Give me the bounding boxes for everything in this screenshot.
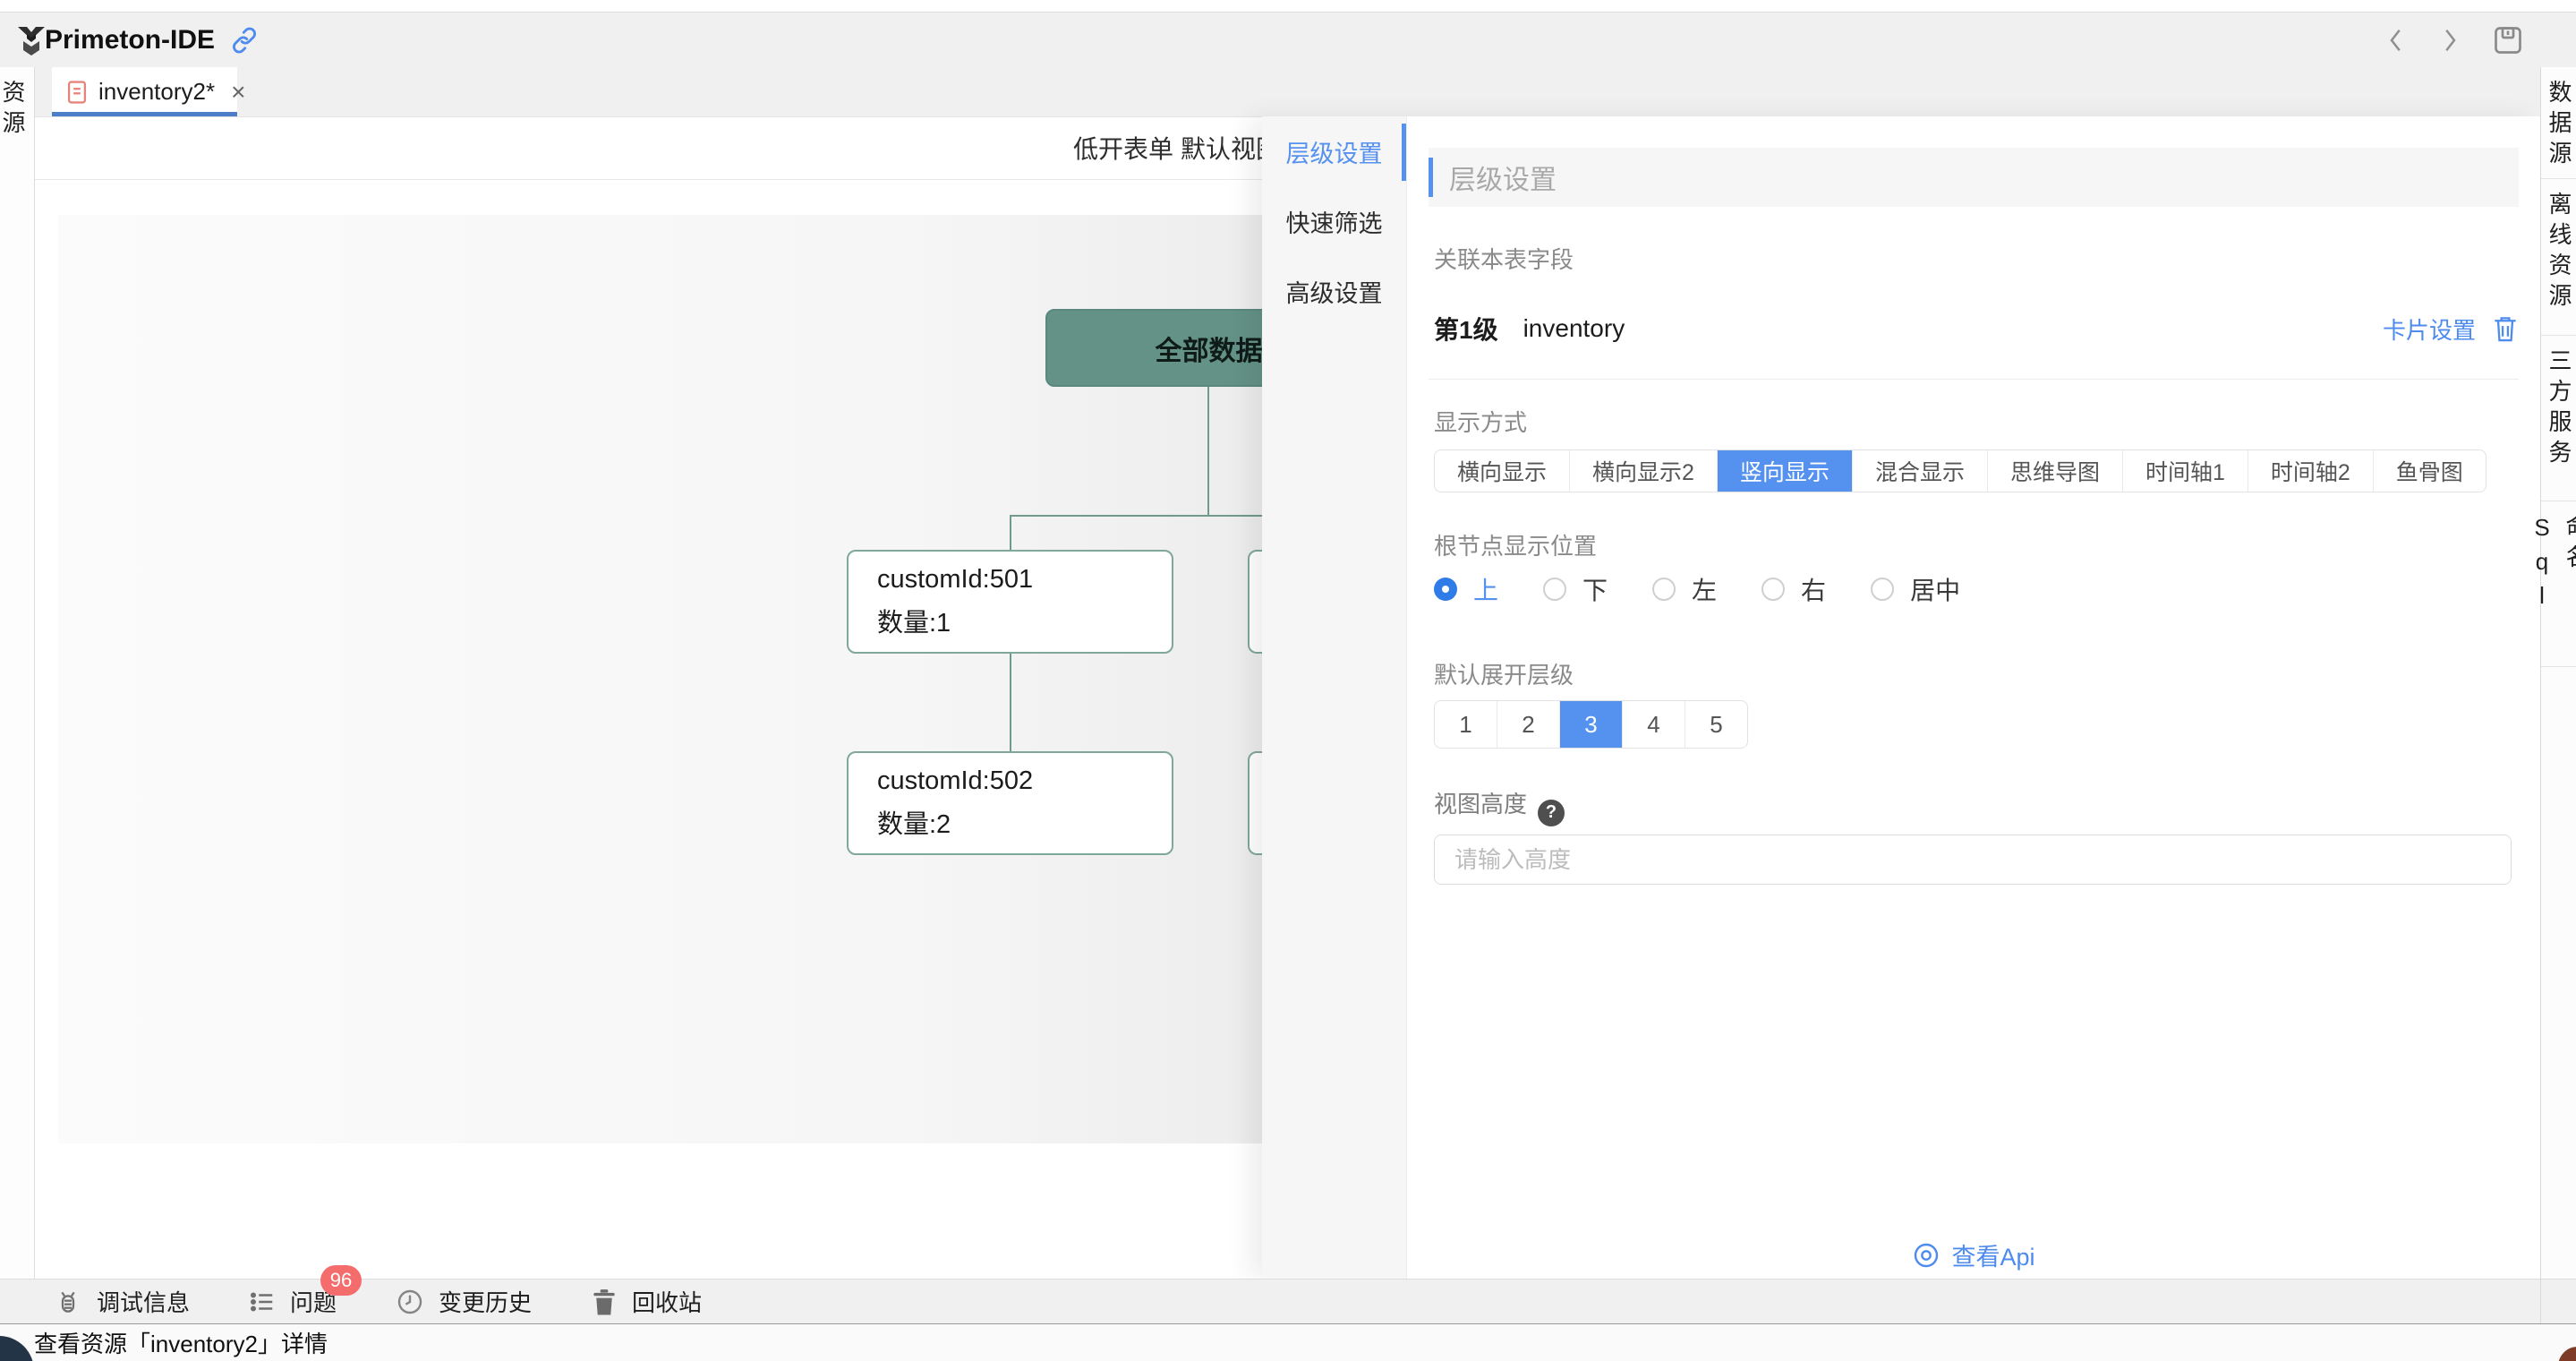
display-mode-timeline1[interactable]: 时间轴1	[2122, 450, 2248, 492]
panel-header-title: 层级设置	[1449, 158, 1557, 197]
problems-button[interactable]: 问题 96	[249, 1285, 337, 1318]
title-bar: Primeton-IDE	[0, 12, 2576, 69]
app-title: Primeton-IDE	[45, 25, 215, 56]
tree-node-502[interactable]: customId:502 数量:2	[847, 751, 1173, 855]
display-mode-timeline2[interactable]: 时间轴2	[2248, 450, 2373, 492]
root-position-label: 根节点显示位置	[1434, 528, 1597, 561]
radio-dot-icon	[1543, 578, 1566, 601]
expand-level-4[interactable]: 4	[1622, 701, 1685, 748]
settings-drawer: 层级设置 快速筛选 高级设置 层级设置 关联本表字段 第1级 inventory…	[1262, 116, 2540, 1279]
panel-header: 层级设置	[1429, 148, 2519, 207]
drawer-menu: 层级设置 快速筛选 高级设置	[1262, 116, 1407, 1279]
tab-inventory2[interactable]: inventory2* ×	[52, 67, 237, 116]
tree-node-501[interactable]: customId:501 数量:1	[847, 550, 1173, 654]
root-position-group: 上 下 左 右 居中	[1434, 571, 1960, 607]
display-mode-fishbone[interactable]: 鱼骨图	[2373, 450, 2486, 492]
list-icon	[249, 1288, 276, 1315]
question-circle-icon[interactable]: ?	[1538, 800, 1565, 826]
toolbar-low-code-form[interactable]: 低开表单	[1073, 116, 1173, 179]
node-502-qty: 数量:2	[877, 803, 1172, 841]
level1-prefix: 第1级	[1434, 311, 1498, 347]
expand-level-2[interactable]: 2	[1497, 701, 1559, 748]
clock-icon	[396, 1288, 424, 1316]
edge-to-card1	[1010, 515, 1011, 550]
debug-bug-icon	[54, 1287, 82, 1317]
left-rail: 资源	[0, 67, 35, 1279]
root-position-top[interactable]: 上	[1434, 571, 1498, 607]
primeton-ide-window: Primeton-IDE 资源	[0, 0, 2576, 1361]
level1-row: 第1级 inventory 卡片设置	[1434, 306, 2519, 351]
field-section-label: 关联本表字段	[1434, 242, 1574, 275]
level1-field-name: inventory	[1523, 314, 1625, 343]
change-history-button[interactable]: 变更历史	[396, 1285, 532, 1318]
view-height-input[interactable]	[1434, 835, 2512, 885]
node-501-id: customId:501	[877, 565, 1172, 595]
radio-dot-icon	[1652, 578, 1676, 601]
edge-card1-card2	[1010, 654, 1011, 751]
nav-forward-icon[interactable]	[2438, 27, 2461, 54]
divider	[2540, 1279, 2541, 1323]
display-mode-mindmap[interactable]: 思维导图	[1987, 450, 2122, 492]
right-rail: 数据源 离线资源 三方服务 命名Sql	[2540, 67, 2576, 1323]
primeton-logo-icon	[14, 25, 48, 57]
tab-title: inventory2*	[98, 78, 215, 106]
status-text: 查看资源「inventory2」详情	[34, 1326, 328, 1359]
delete-level-trash-icon[interactable]	[2492, 314, 2519, 343]
node-502-id: customId:502	[877, 766, 1172, 796]
expand-level-1[interactable]: 1	[1435, 701, 1497, 748]
bottom-toolbar: 调试信息 问题 96 变更历史	[0, 1279, 2576, 1323]
eye-icon	[1912, 1241, 1941, 1270]
tree-root-label: 全部数据	[1156, 329, 1263, 368]
expand-level-3[interactable]: 3	[1559, 701, 1622, 748]
display-mode-mixed[interactable]: 混合显示	[1852, 450, 1987, 492]
rail-item-third-party-services[interactable]: 三方服务	[2541, 336, 2576, 501]
save-icon[interactable]	[2492, 24, 2524, 56]
radio-dot-icon	[1871, 578, 1894, 601]
card-settings-link[interactable]: 卡片设置	[2383, 312, 2476, 346]
rail-item-named-sql[interactable]: 命名Sql	[2541, 501, 2576, 667]
menu-item-level-settings[interactable]: 层级设置	[1262, 116, 1406, 186]
display-mode-label: 显示方式	[1434, 405, 1527, 438]
display-mode-horizontal[interactable]: 横向显示	[1435, 450, 1569, 492]
root-position-bottom[interactable]: 下	[1543, 571, 1608, 607]
root-position-center[interactable]: 居中	[1871, 571, 1960, 607]
root-position-right[interactable]: 右	[1761, 571, 1826, 607]
debug-info-button[interactable]: 调试信息	[54, 1285, 190, 1318]
link-icon[interactable]	[229, 25, 260, 56]
edge-root-down	[1207, 387, 1209, 515]
divider	[1429, 379, 2519, 380]
view-api-label: 查看Api	[1951, 1237, 2034, 1272]
document-red-icon	[66, 80, 88, 105]
menu-item-quick-filter[interactable]: 快速筛选	[1262, 186, 1406, 256]
trash-filled-icon	[591, 1288, 618, 1316]
active-menu-indicator	[1402, 124, 1406, 181]
active-tab-underline	[52, 112, 237, 116]
rail-item-offline-resources[interactable]: 离线资源	[2541, 179, 2576, 336]
drawer-panel: 层级设置 关联本表字段 第1级 inventory 卡片设置 显示方	[1407, 116, 2540, 1279]
node-501-qty: 数量:1	[877, 602, 1172, 639]
tab-strip: inventory2* ×	[35, 67, 2540, 117]
status-bar: 查看资源「inventory2」详情	[0, 1323, 2576, 1361]
expand-level-group: 1 2 3 4 5	[1434, 700, 1748, 749]
display-mode-group: 横向显示 横向显示2 竖向显示 混合显示 思维导图 时间轴1 时间轴2 鱼骨图	[1434, 449, 2486, 492]
view-api-link[interactable]: 查看Api	[1407, 1237, 2540, 1272]
left-rail-resources[interactable]: 资源	[4, 80, 30, 141]
recycle-bin-button[interactable]: 回收站	[591, 1285, 702, 1318]
panel-header-accent-bar	[1429, 158, 1433, 197]
nav-back-icon[interactable]	[2384, 27, 2408, 54]
radio-dot-icon	[1434, 578, 1457, 601]
rail-item-data-source[interactable]: 数据源	[2541, 67, 2576, 179]
problems-count-badge: 96	[320, 1265, 362, 1296]
display-mode-horizontal2[interactable]: 横向显示2	[1569, 450, 1717, 492]
root-position-left[interactable]: 左	[1652, 571, 1717, 607]
expand-level-label: 默认展开层级	[1434, 657, 1574, 690]
radio-dot-icon	[1761, 578, 1785, 601]
display-mode-vertical[interactable]: 竖向显示	[1717, 450, 1852, 492]
menu-item-advanced-settings[interactable]: 高级设置	[1262, 256, 1406, 326]
tab-close-icon[interactable]: ×	[231, 78, 245, 107]
view-height-label: 视图高度?	[1434, 786, 1565, 826]
expand-level-5[interactable]: 5	[1685, 701, 1747, 748]
